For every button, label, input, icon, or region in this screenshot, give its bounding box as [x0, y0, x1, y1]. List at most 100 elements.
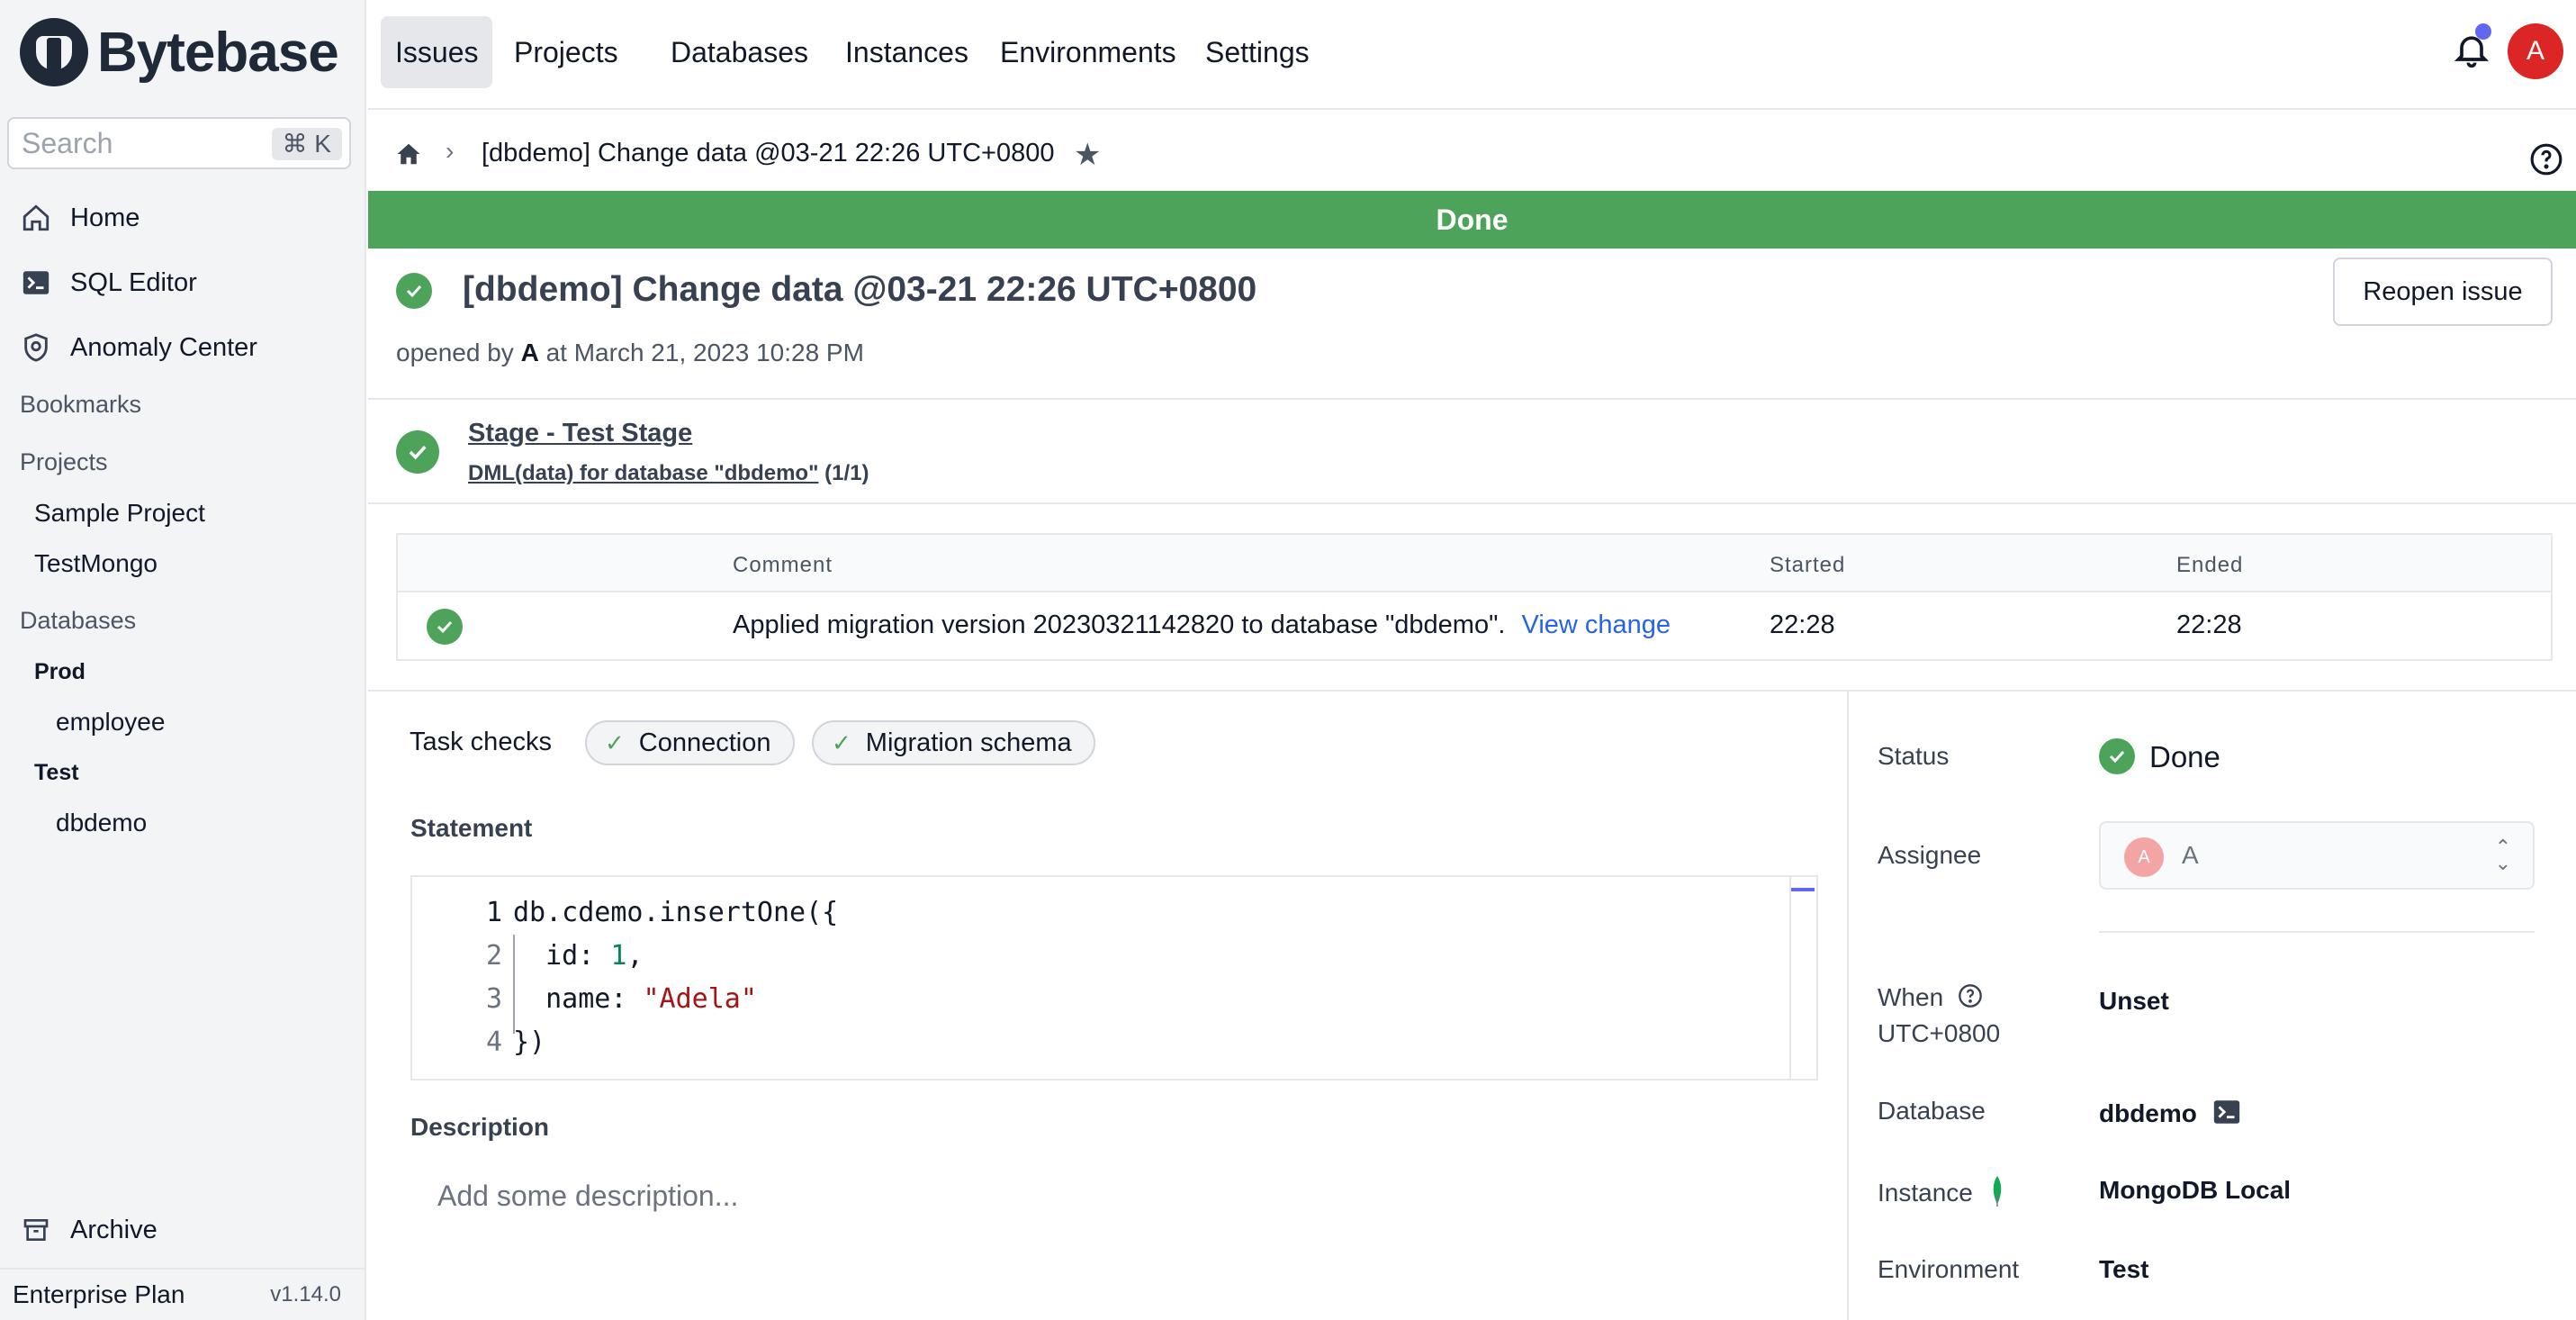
home-icon: [20, 202, 52, 234]
when-label-text: When: [1878, 983, 1944, 1011]
assignee-avatar: A: [2124, 837, 2164, 877]
check-icon: ✓: [832, 728, 851, 756]
stage-title[interactable]: Stage - Test Stage: [468, 419, 692, 448]
database-link[interactable]: dbdemo: [2099, 1099, 2197, 1127]
table-cell-started: 22:28: [1770, 610, 1835, 639]
column-header-started: Started: [1770, 553, 1846, 577]
editor-scrollbar[interactable]: [1789, 877, 1816, 1079]
bytebase-logo[interactable]: Bytebase: [20, 18, 339, 86]
line-number: 3: [485, 983, 502, 1015]
notification-dot: [2475, 23, 2491, 40]
divider: [2099, 931, 2535, 933]
mongodb-leaf-icon: [1989, 1176, 2005, 1213]
search-input[interactable]: [22, 126, 274, 160]
terminal-icon[interactable]: [2211, 1097, 2242, 1134]
status-label: Status: [1878, 742, 1950, 770]
sidebar-item-project[interactable]: Sample Project: [34, 499, 205, 528]
status-done-icon: [2099, 738, 2135, 774]
when-value[interactable]: Unset: [2099, 987, 2169, 1016]
bookmarks-section[interactable]: Bookmarks: [20, 391, 141, 419]
version-label: v1.14.0: [270, 1282, 341, 1306]
run-comment: Applied migration version 20230321142820…: [733, 610, 1506, 639]
tab-environments[interactable]: Environments: [986, 16, 1191, 88]
statement-label: Statement: [410, 814, 533, 842]
divider: [368, 502, 2576, 504]
sidebar-item-database[interactable]: employee: [56, 708, 165, 737]
column-header-comment: Comment: [733, 553, 833, 577]
sidebar-item-label: Archive: [70, 1215, 158, 1244]
plan-label[interactable]: Enterprise Plan: [13, 1280, 185, 1309]
table-cell-ended: 22:28: [2176, 610, 2242, 639]
database-value: dbdemo: [2099, 1097, 2242, 1134]
top-navigation: Issues Projects Databases Instances Envi…: [368, 0, 2576, 110]
chevron-up-down-icon: ⌃ ⌄: [2494, 836, 2511, 874]
view-change-link[interactable]: View change: [1522, 610, 1671, 639]
instance-label: Instance: [1878, 1176, 2005, 1213]
code-line: name: "Adela": [513, 983, 757, 1015]
task-checks-label: Task checks: [410, 728, 552, 756]
instance-value[interactable]: MongoDB Local: [2099, 1176, 2291, 1205]
projects-section[interactable]: Projects: [20, 448, 108, 476]
user-avatar[interactable]: A: [2508, 23, 2563, 79]
description-label: Description: [410, 1113, 550, 1141]
sidebar-divider: [1847, 692, 1849, 1320]
breadcrumb: › [dbdemo] Change data @03-21 22:26 UTC+…: [368, 112, 2576, 189]
line-number: 4: [485, 1026, 502, 1058]
star-icon[interactable]: ★: [1074, 137, 1101, 173]
logo-text: Bytebase: [97, 21, 339, 84]
check-label: Migration schema: [865, 728, 1072, 757]
column-header-ended: Ended: [2176, 553, 2244, 577]
chevron-right-icon: ›: [446, 137, 455, 165]
assignee-name: A: [2182, 841, 2199, 869]
tab-instances[interactable]: Instances: [831, 16, 983, 88]
line-number: 2: [485, 940, 502, 972]
sidebar-item-database[interactable]: dbdemo: [56, 809, 147, 837]
tab-issues[interactable]: Issues: [381, 16, 493, 88]
task-run-table: Comment Started Ended Applied migration …: [396, 533, 2553, 661]
sidebar-item-archive[interactable]: Archive: [20, 1214, 158, 1246]
sidebar-item-project[interactable]: TestMongo: [34, 549, 158, 578]
status-value: Done: [2149, 740, 2220, 773]
sidebar-item-label: Home: [70, 203, 140, 232]
check-icon: ✓: [605, 728, 625, 756]
sidebar-item-sql-editor[interactable]: SQL Editor: [20, 267, 197, 299]
environment-value[interactable]: Test: [2099, 1255, 2149, 1284]
tab-projects[interactable]: Projects: [500, 16, 633, 88]
databases-section[interactable]: Databases: [20, 607, 136, 635]
scroll-marker: [1791, 888, 1815, 891]
divider: [368, 690, 2576, 692]
help-icon[interactable]: [2529, 142, 2565, 178]
check-migration-schema-badge[interactable]: ✓ Migration schema: [812, 720, 1095, 765]
assignee-select[interactable]: A A ⌃ ⌄: [2099, 821, 2535, 890]
stage-task: DML(data) for database "dbdemo" (1/1): [468, 461, 869, 486]
sidebar: Bytebase ⌘ K Home SQL Editor Anomaly Cen…: [0, 0, 366, 1320]
issue-title[interactable]: [dbdemo] Change data @03-21 22:26 UTC+08…: [463, 270, 1256, 310]
task-link[interactable]: DML(data) for database "dbdemo": [468, 461, 818, 485]
sidebar-item-label: SQL Editor: [70, 267, 197, 297]
statement-editor[interactable]: 1 2 3 4 db.cdemo.insertOne({ id: 1, name…: [410, 875, 1818, 1080]
help-icon[interactable]: [1958, 983, 1983, 1015]
description-input[interactable]: Add some description...: [437, 1180, 738, 1213]
stage-done-icon: [396, 430, 439, 474]
tab-databases[interactable]: Databases: [656, 16, 823, 88]
reopen-issue-button[interactable]: Reopen issue: [2333, 258, 2553, 326]
opened-at: at March 21, 2023 10:28 PM: [545, 339, 864, 366]
opened-by: A: [520, 339, 539, 366]
line-number: 1: [485, 897, 502, 928]
code-line: }): [513, 1026, 546, 1058]
code-line: id: 1,: [513, 940, 644, 972]
sidebar-item-anomaly-center[interactable]: Anomaly Center: [20, 331, 257, 364]
archive-icon: [20, 1214, 52, 1246]
when-timezone: UTC+0800: [1878, 1019, 2001, 1047]
tab-settings[interactable]: Settings: [1191, 16, 1324, 88]
check-connection-badge[interactable]: ✓ Connection: [585, 720, 795, 765]
sidebar-footer: Enterprise Plan v1.14.0: [0, 1268, 365, 1320]
run-done-icon: [427, 609, 463, 645]
home-icon[interactable]: [395, 140, 422, 172]
sidebar-item-home[interactable]: Home: [20, 202, 140, 234]
instance-label-text: Instance: [1878, 1178, 1973, 1207]
table-cell-comment: Applied migration version 20230321142820…: [733, 610, 1671, 640]
terminal-icon: [20, 267, 52, 299]
search-box[interactable]: ⌘ K: [7, 117, 351, 169]
logo-mark-icon: [20, 18, 88, 86]
